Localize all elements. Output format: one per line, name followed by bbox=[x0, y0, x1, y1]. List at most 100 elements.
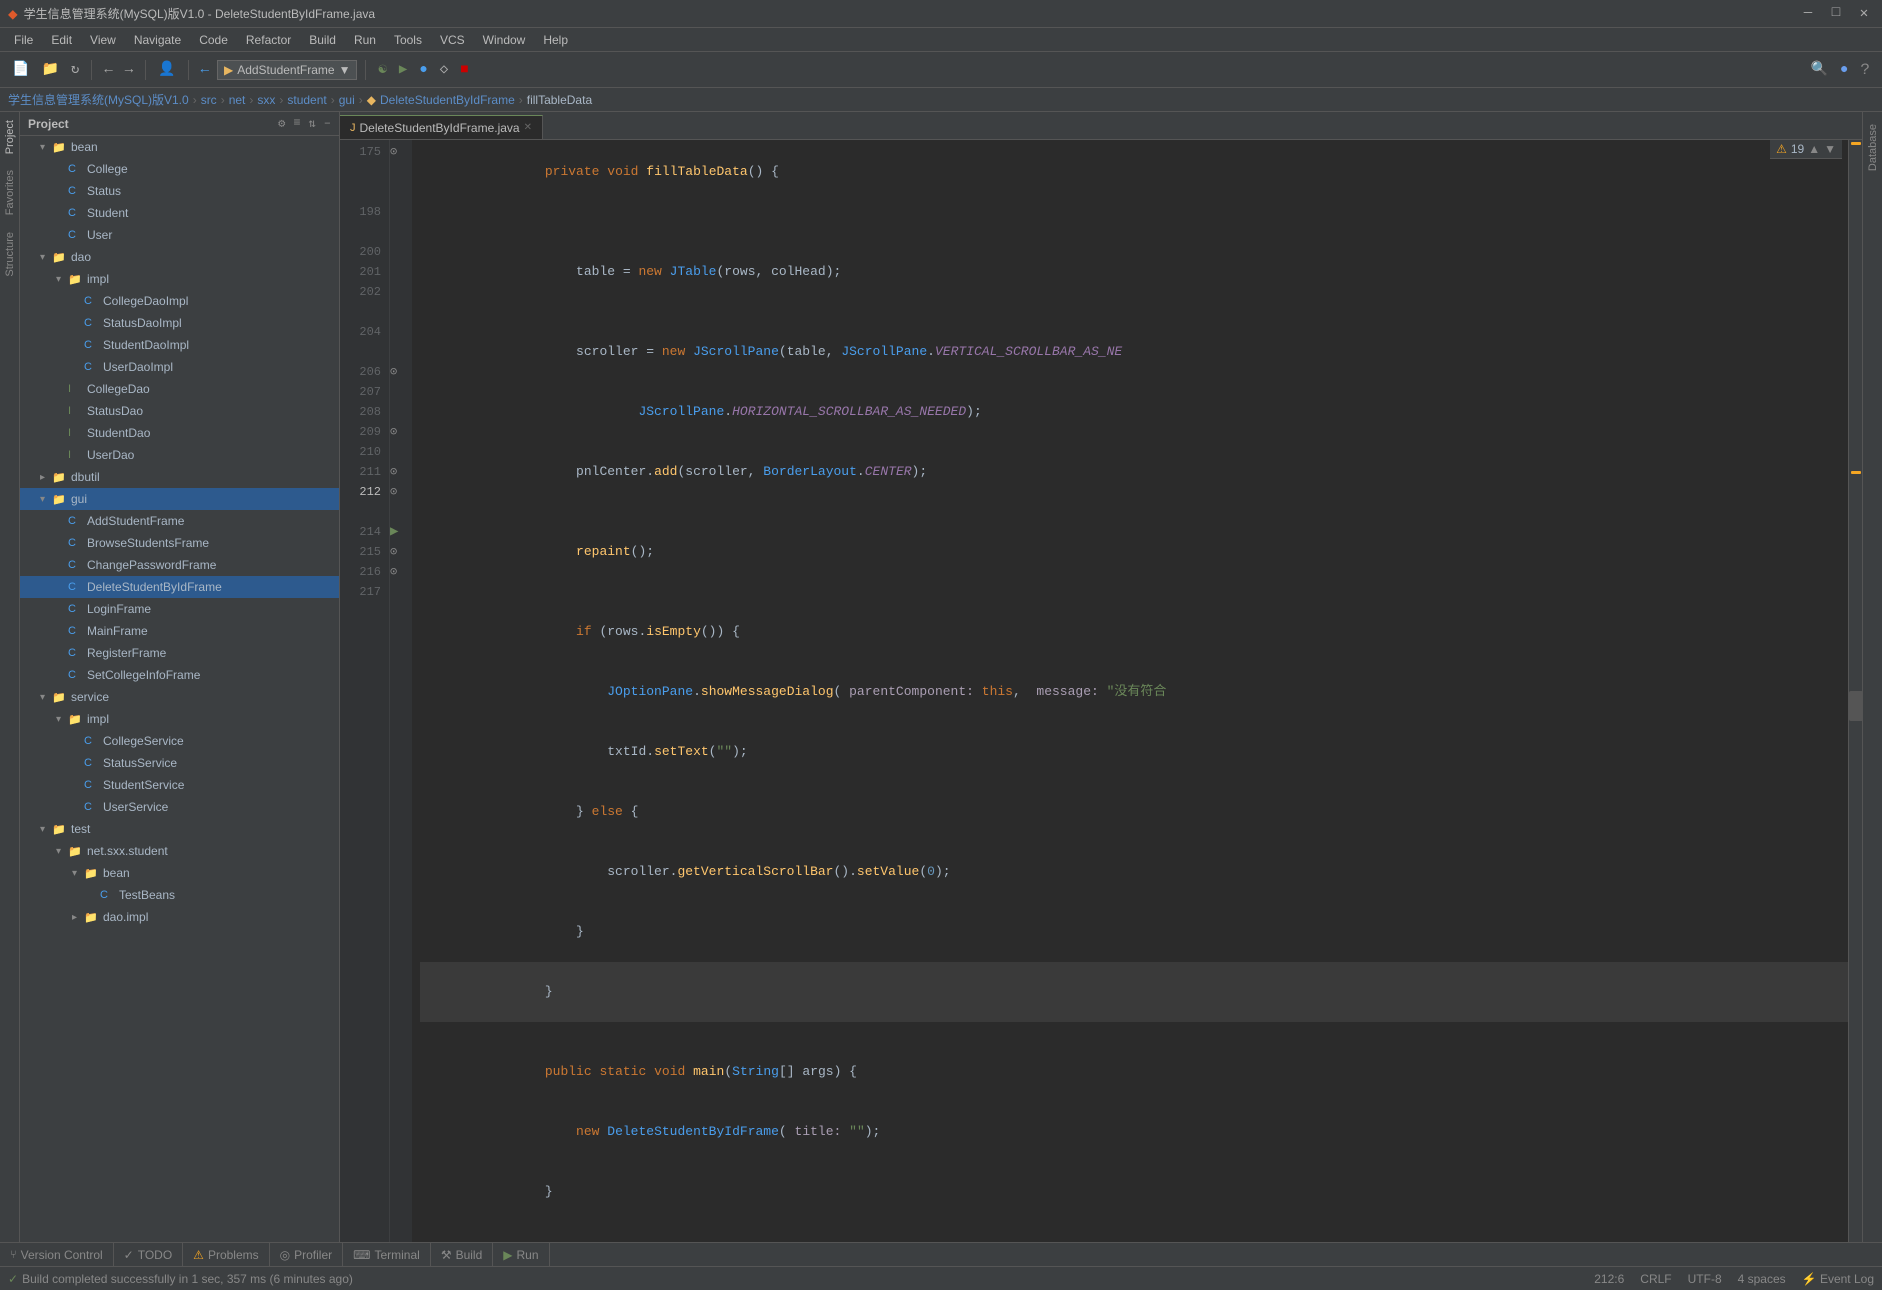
tree-item-test-bean[interactable]: ▾ 📁 bean bbox=[20, 862, 339, 884]
tree-item-collegedao[interactable]: I CollegeDao bbox=[20, 378, 339, 400]
warning-up-button[interactable]: ▲ bbox=[1808, 142, 1820, 156]
tree-item-statusdaoimpl[interactable]: C StatusDaoImpl bbox=[20, 312, 339, 334]
code-content[interactable]: private void fillTableData() { table = n… bbox=[412, 140, 1848, 1242]
tree-item-statusdao[interactable]: I StatusDao bbox=[20, 400, 339, 422]
tree-item-impl[interactable]: ▾ 📁 impl bbox=[20, 268, 339, 290]
bc-gui[interactable]: gui bbox=[339, 93, 355, 107]
menu-refactor[interactable]: Refactor bbox=[238, 31, 299, 49]
sidebar-settings-icon[interactable]: ⚙ bbox=[278, 116, 285, 131]
minimize-button[interactable]: — bbox=[1798, 5, 1818, 22]
run-config-dropdown[interactable]: ▶ AddStudentFrame ▼ bbox=[217, 60, 358, 80]
bc-src[interactable]: src bbox=[201, 93, 217, 107]
menu-window[interactable]: Window bbox=[475, 31, 534, 49]
tree-item-setcollegeinfoframe[interactable]: C SetCollegeInfoFrame bbox=[20, 664, 339, 686]
menu-view[interactable]: View bbox=[82, 31, 124, 49]
status-event-log[interactable]: ⚡ Event Log bbox=[1802, 1272, 1874, 1286]
tree-item-statusservice[interactable]: C StatusService bbox=[20, 752, 339, 774]
tree-item-dbutil[interactable]: ▸ 📁 dbutil bbox=[20, 466, 339, 488]
toolbar-stop-button[interactable]: ■ bbox=[456, 60, 472, 80]
tree-item-dao[interactable]: ▾ 📁 dao bbox=[20, 246, 339, 268]
tree-item-mainframe[interactable]: C MainFrame bbox=[20, 620, 339, 642]
right-panel-database[interactable]: Database bbox=[1865, 116, 1881, 179]
tree-item-deletestudentbyidframe[interactable]: C DeleteStudentByIdFrame bbox=[20, 576, 339, 598]
menu-file[interactable]: File bbox=[6, 31, 41, 49]
sidebar-layout-icon[interactable]: ≡ bbox=[293, 116, 300, 131]
btab-run[interactable]: ▶ Run bbox=[493, 1243, 549, 1267]
toolbar-run-button[interactable]: ▶ bbox=[395, 59, 411, 80]
tree-item-service-impl[interactable]: ▾ 📁 impl bbox=[20, 708, 339, 730]
bc-sxx[interactable]: sxx bbox=[257, 93, 275, 107]
status-encoding[interactable]: UTF-8 bbox=[1688, 1272, 1722, 1286]
sidebar-sort-icon[interactable]: ⇅ bbox=[309, 116, 316, 131]
vtab-structure[interactable]: Structure bbox=[2, 224, 18, 285]
btab-versioncontrol[interactable]: ⑂ Version Control bbox=[0, 1243, 114, 1267]
sidebar-collapse-icon[interactable]: – bbox=[324, 116, 331, 131]
toolbar-debug-button[interactable]: ● bbox=[415, 60, 431, 80]
btab-build[interactable]: ⚒ Build bbox=[431, 1243, 493, 1267]
menu-edit[interactable]: Edit bbox=[43, 31, 80, 49]
toolbar-undo-button[interactable]: ← bbox=[197, 60, 213, 80]
status-position[interactable]: 212:6 bbox=[1594, 1272, 1624, 1286]
toolbar-coverage-button[interactable]: ◇ bbox=[436, 59, 452, 80]
toolbar-sync-button[interactable]: ↻ bbox=[67, 59, 83, 80]
tree-item-netsxxstudent[interactable]: ▾ 📁 net.sxx.student bbox=[20, 840, 339, 862]
vtab-favorites[interactable]: Favorites bbox=[2, 162, 18, 223]
tree-item-bean[interactable]: ▾ 📁 bean bbox=[20, 136, 339, 158]
bc-class[interactable]: DeleteStudentByIdFrame bbox=[380, 93, 515, 107]
tree-item-status[interactable]: C Status bbox=[20, 180, 339, 202]
tree-item-userservice[interactable]: C UserService bbox=[20, 796, 339, 818]
tree-item-addstudentframe[interactable]: C AddStudentFrame bbox=[20, 510, 339, 532]
toolbar-user-button[interactable]: 👤 bbox=[154, 59, 179, 80]
tree-item-test[interactable]: ▾ 📁 test bbox=[20, 818, 339, 840]
tab-close-icon[interactable]: ✕ bbox=[524, 122, 532, 133]
btab-profiler[interactable]: ◎ Profiler bbox=[270, 1243, 344, 1267]
toolbar-new-button[interactable]: 📄 bbox=[8, 59, 33, 80]
warning-down-button[interactable]: ▼ bbox=[1824, 142, 1836, 156]
tree-item-userdaoimpl[interactable]: C UserDaoImpl bbox=[20, 356, 339, 378]
tree-item-student[interactable]: C Student bbox=[20, 202, 339, 224]
tree-item-browsestudentsframe[interactable]: C BrowseStudentsFrame bbox=[20, 532, 339, 554]
tree-item-collegedaoimpl[interactable]: C CollegeDaoImpl bbox=[20, 290, 339, 312]
status-indent[interactable]: 4 spaces bbox=[1738, 1272, 1786, 1286]
tree-item-collegeservice[interactable]: C CollegeService bbox=[20, 730, 339, 752]
editor-scrollbar[interactable] bbox=[1848, 140, 1862, 1242]
tree-item-service[interactable]: ▾ 📁 service bbox=[20, 686, 339, 708]
menu-code[interactable]: Code bbox=[191, 31, 236, 49]
toolbar-open-button[interactable]: 📁 bbox=[37, 59, 62, 80]
status-line-ending[interactable]: CRLF bbox=[1640, 1272, 1671, 1286]
tree-item-loginframe[interactable]: C LoginFrame bbox=[20, 598, 339, 620]
menu-tools[interactable]: Tools bbox=[386, 31, 430, 49]
btab-problems[interactable]: ⚠ Problems bbox=[183, 1243, 269, 1267]
tree-item-userdao[interactable]: I UserDao bbox=[20, 444, 339, 466]
scrollbar-thumb[interactable] bbox=[1849, 691, 1863, 721]
menu-build[interactable]: Build bbox=[301, 31, 344, 49]
tree-item-changepasswordframe[interactable]: C ChangePasswordFrame bbox=[20, 554, 339, 576]
tree-item-registerframe[interactable]: C RegisterFrame bbox=[20, 642, 339, 664]
menu-vcs[interactable]: VCS bbox=[432, 31, 473, 49]
vtab-project[interactable]: Project bbox=[2, 112, 18, 162]
maximize-button[interactable]: □ bbox=[1826, 5, 1846, 22]
toolbar-settings-button[interactable]: ● bbox=[1836, 60, 1852, 80]
toolbar-back-button[interactable]: ← bbox=[100, 60, 116, 80]
tree-item-studentdao[interactable]: I StudentDao bbox=[20, 422, 339, 444]
menu-run[interactable]: Run bbox=[346, 31, 384, 49]
tab-deletestudentbyidframe[interactable]: J DeleteStudentByIdFrame.java ✕ bbox=[340, 115, 543, 139]
bc-project[interactable]: 学生信息管理系统(MySQL)版V1.0 bbox=[8, 91, 189, 108]
btab-terminal[interactable]: ⌨ Terminal bbox=[343, 1243, 431, 1267]
toolbar-build-button[interactable]: ☯ bbox=[374, 59, 390, 80]
tree-item-daoimpl[interactable]: ▸ 📁 dao.impl bbox=[20, 906, 339, 928]
menu-navigate[interactable]: Navigate bbox=[126, 31, 189, 49]
tree-item-testbeans[interactable]: C TestBeans bbox=[20, 884, 339, 906]
toolbar-help-button[interactable]: ? bbox=[1856, 59, 1874, 81]
bc-net[interactable]: net bbox=[229, 93, 246, 107]
toolbar-search-button[interactable]: 🔍 bbox=[1807, 59, 1832, 80]
bc-student[interactable]: student bbox=[287, 93, 326, 107]
btab-todo[interactable]: ✓ TODO bbox=[114, 1243, 184, 1267]
tree-item-gui[interactable]: ▾ 📁 gui bbox=[20, 488, 339, 510]
tree-item-studentservice[interactable]: C StudentService bbox=[20, 774, 339, 796]
menu-help[interactable]: Help bbox=[535, 31, 576, 49]
tree-item-college[interactable]: C College bbox=[20, 158, 339, 180]
toolbar-forward-button[interactable]: → bbox=[121, 60, 137, 80]
close-button[interactable]: ✕ bbox=[1854, 5, 1874, 22]
tree-item-user[interactable]: C User bbox=[20, 224, 339, 246]
